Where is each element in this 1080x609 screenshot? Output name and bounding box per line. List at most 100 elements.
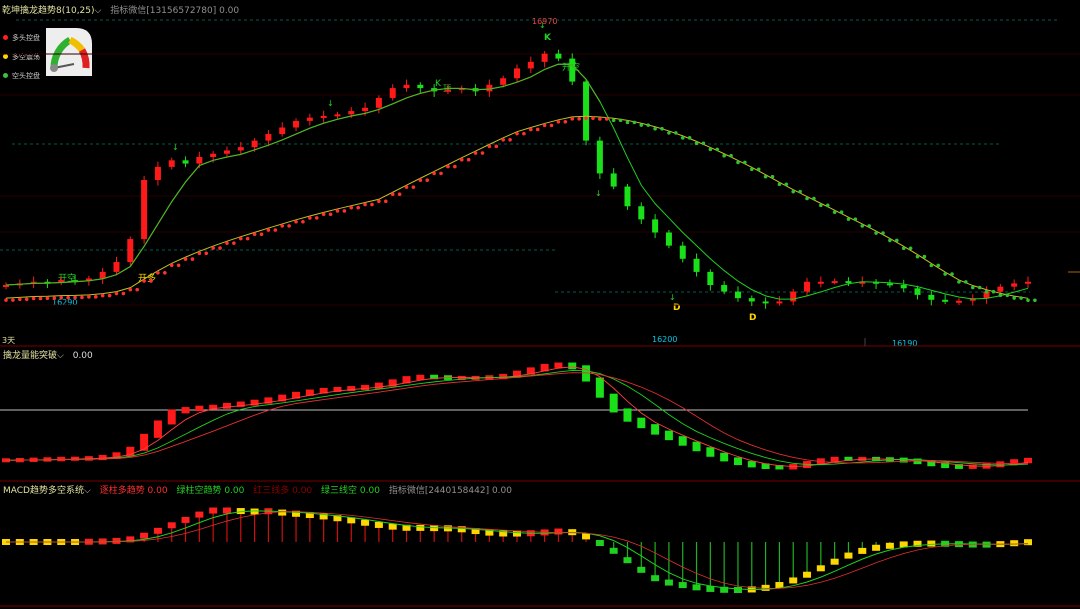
volume-bar [153,420,162,438]
trend-dot [604,117,609,121]
trend-dot [929,263,934,268]
ma-short-green [5,63,1029,300]
trend-dot [370,202,374,207]
candle-body [693,258,700,272]
trend-dot [701,141,706,146]
macd-block [872,544,881,551]
macd-block [692,584,701,591]
candle-body [403,84,410,89]
candle-body [154,166,161,180]
signal-k: K [435,79,442,89]
trend-dot [646,123,651,127]
trend-dot [549,123,554,128]
volume-bar [651,424,660,435]
candle-body [348,111,355,115]
chart-canvas[interactable]: 16970 16290 16200 16190 3天 开空 开多 开空 K K … [0,0,1080,609]
macd-block [816,565,825,572]
trend-dot [915,254,920,259]
trend-dot [107,293,112,298]
trend-dot [1012,296,1016,300]
macd-block [595,540,604,547]
trend-dot [1033,298,1037,303]
trend-dot [563,119,568,124]
macd-block [623,557,632,564]
trend-dot [680,136,685,140]
candle-body [168,160,175,167]
candle-body [196,157,203,164]
candle-body [817,281,824,284]
trend-dot [273,228,278,232]
trend-dot [335,209,340,213]
trend-dot [232,241,236,245]
macd-block [112,537,121,544]
trend-dot [38,296,43,301]
macd-block [181,516,190,523]
volume-bar [140,433,149,451]
candle-body [127,239,134,263]
trend-dot [176,263,181,268]
trend-dot [487,144,492,149]
trend-dot [908,246,913,251]
volume-bar [195,405,204,412]
trend-dot [936,263,941,268]
candle-body [265,134,272,141]
volume-bar [996,461,1005,468]
trend-dot [736,160,740,165]
volume-bar [609,393,618,413]
trend-dot [314,216,319,220]
trend-dot [397,192,402,197]
trend-dot [515,131,519,136]
trend-dot [197,251,202,256]
trend-dot [73,295,77,300]
macd-histogram [2,507,1032,593]
trend-dot [411,185,416,189]
trend-dot [639,123,644,127]
candle-body [707,271,714,286]
macd-block [388,523,397,530]
trend-dot [853,217,858,221]
trend-dot [556,119,561,124]
candle-body [762,301,769,304]
trend-dot [446,164,450,169]
trend-dot [66,295,70,300]
arrow-marker: ↓ [669,293,676,302]
candles [3,49,1031,309]
trend-dot [404,185,409,189]
macd-block [416,524,425,531]
trend-dot [142,279,146,283]
trend-dot [805,196,809,201]
trend-dot [190,257,195,261]
period-label: 3天 [2,336,15,345]
trend-dot [984,289,989,294]
trend-dot [473,151,478,155]
macd-block [830,558,839,565]
candle-body [583,81,590,141]
trend-dot [777,182,782,187]
trend-dot [743,160,747,165]
trend-dot [321,212,326,217]
trend-dot [342,209,347,213]
trend-dot [1019,296,1023,300]
trend-dot [453,164,457,169]
macd-block [885,542,894,549]
trend-dot [964,280,968,284]
trend-dot [163,270,167,275]
trend-dot [328,212,333,217]
macd-block [195,511,204,518]
trend-dot [218,246,222,250]
trend-dot [798,189,802,194]
candle-body [569,58,576,82]
trend-dot [618,118,623,123]
trend-dot [819,203,823,208]
macd-block [209,507,218,514]
trend-dot [749,167,754,172]
candle-body [804,281,811,292]
candle-body [914,288,921,295]
trend-dot [204,251,209,256]
macd-block [803,571,812,578]
macd-block [1024,539,1032,546]
signal-d-2: D [749,313,756,323]
volume-bar [733,457,742,466]
trend-dot [508,137,512,142]
candle-body [748,298,755,302]
